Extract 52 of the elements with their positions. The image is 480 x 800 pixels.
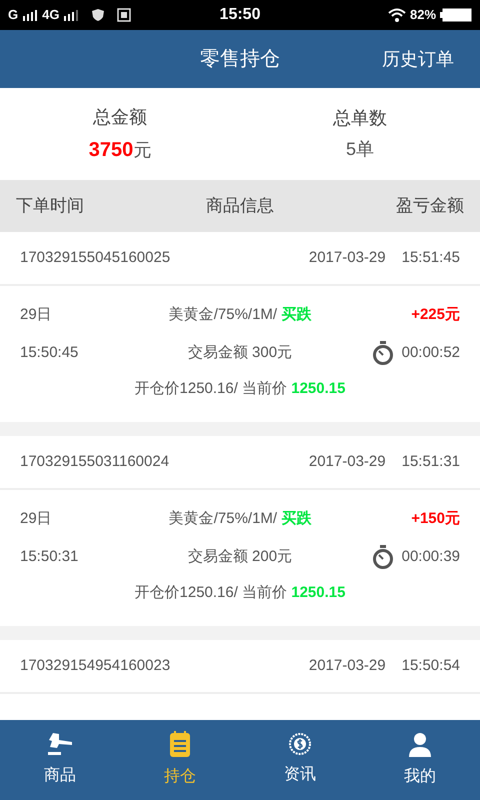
open-time: 15:50:31: [20, 546, 80, 567]
order-date: 2017-03-29: [308, 452, 386, 472]
summary-label: 总单数: [333, 107, 387, 130]
column-header: 商品信息: [206, 195, 274, 218]
tab-item[interactable]: 持仓: [120, 720, 240, 800]
trade-amount: 交易金额 300元: [186, 342, 294, 363]
profit-amount: +150元: [410, 508, 460, 529]
summary-value: 5单: [346, 138, 374, 161]
order-number: 170329154954160023: [20, 656, 172, 676]
gavel-icon: [47, 732, 73, 756]
trade-amount: 交易金额 200元: [186, 546, 294, 567]
order-day: 29日: [20, 508, 130, 530]
order-time: 15:50:54: [402, 656, 460, 676]
order-time: 15:51:45: [402, 248, 460, 268]
column-header: 盈亏金额: [396, 195, 464, 218]
history-orders-link[interactable]: 历史订单: [382, 46, 454, 72]
profit-amount: +225元: [410, 304, 460, 325]
tab-item[interactable]: 我的: [360, 720, 480, 800]
price-info: 开仓价1250.16/ 当前价 1250.15: [134, 379, 346, 399]
order-date: 2017-03-29: [308, 656, 386, 676]
battery-percent: 82%: [410, 6, 436, 24]
coin-icon: [289, 733, 311, 755]
signal-icon: [63, 9, 80, 21]
notepad-icon: [170, 731, 190, 757]
order-number: 170329155045160025: [20, 248, 172, 268]
summary-value: 3750元: [88, 138, 152, 162]
signal-icon: [22, 9, 38, 21]
summary-label: 总金额: [93, 106, 147, 128]
order-number: 170329155031160024: [20, 452, 170, 472]
tab-item[interactable]: 商品: [0, 720, 120, 800]
network-label: 4G: [42, 6, 60, 24]
page-title: 零售持仓: [200, 47, 280, 72]
product-info: 美黄金/75%/1M/ 买跌: [168, 508, 312, 529]
battery-icon: [440, 8, 472, 22]
clock: 15:50: [220, 5, 260, 25]
order-day: 29日: [20, 304, 130, 326]
product-info: 美黄金/75%/1M/ 买跌: [168, 304, 312, 325]
wifi-icon: [388, 8, 406, 22]
network-label: G: [8, 6, 18, 24]
open-time: 15:50:45: [20, 342, 80, 363]
stopwatch-icon: [372, 341, 394, 365]
hold-duration: 00:00:39: [402, 546, 460, 567]
person-icon: [408, 731, 432, 757]
shield-icon: [91, 8, 106, 22]
sim-icon: [117, 8, 132, 22]
hold-duration: 00:00:52: [402, 342, 460, 363]
price-info: 开仓价1250.16/ 当前价 1250.15: [134, 583, 346, 603]
stopwatch-icon: [372, 545, 394, 569]
tab-item[interactable]: 资讯: [240, 720, 360, 800]
order-time: 15:51:31: [402, 452, 460, 472]
column-header: 下单时间: [16, 195, 84, 218]
order-date: 2017-03-29: [308, 248, 386, 268]
